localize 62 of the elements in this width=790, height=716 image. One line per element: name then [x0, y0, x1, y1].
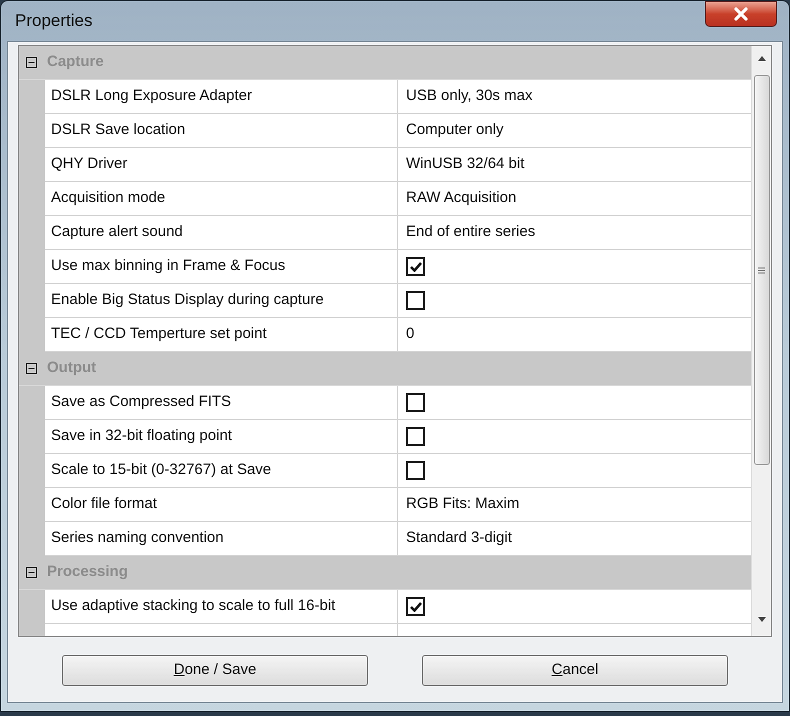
property-row[interactable]: Use max binning in Frame & Focus — [19, 250, 751, 284]
category-header: Capture — [47, 52, 104, 72]
property-name: DSLR Long Exposure Adapter — [51, 86, 252, 106]
property-name: Save in 32-bit floating point — [51, 426, 232, 446]
checkbox[interactable] — [406, 393, 425, 412]
property-row[interactable]: Save in 32-bit floating point — [19, 420, 751, 454]
property-name: Enable Big Status Display during capture — [51, 290, 324, 310]
row-gutter — [19, 386, 45, 420]
checkmark-icon — [410, 602, 422, 612]
property-name: Color file format — [51, 494, 157, 514]
collapse-icon[interactable] — [26, 57, 36, 68]
property-value[interactable]: RAW Acquisition — [406, 187, 516, 210]
property-name: Use adaptive stacking to scale to full 16-bit — [51, 596, 336, 616]
checkbox[interactable] — [406, 291, 425, 310]
dialog-button[interactable]: Cancel — [422, 655, 728, 686]
category-header: Output — [47, 358, 96, 378]
property-name: Scale to 15-bit (0-32767) at Save — [51, 460, 272, 480]
checkbox[interactable] — [406, 597, 425, 616]
property-row[interactable]: Save as Compressed FITS — [19, 386, 751, 420]
property-name: Save as Compressed FITS — [51, 392, 232, 412]
property-value[interactable]: End of entire series — [406, 221, 536, 244]
scroll-up-icon[interactable] — [758, 56, 766, 61]
close-icon — [733, 7, 749, 21]
property-value[interactable]: 0 — [406, 323, 414, 346]
property-row[interactable]: Enable Big Status Display during capture — [19, 284, 751, 318]
category-header: Processing — [47, 562, 128, 582]
property-row[interactable]: Series naming convention Standard 3-digit — [19, 522, 751, 556]
grip-icon — [758, 266, 765, 274]
scroll-down-icon[interactable] — [758, 617, 766, 622]
property-row[interactable]: Acquisition mode RAW Acquisition — [19, 182, 751, 216]
checkbox[interactable] — [406, 257, 425, 276]
property-row[interactable]: DSLR Long Exposure Adapter USB only, 30s max — [19, 80, 751, 114]
property-row[interactable]: Use adaptive stacking to scale to full 16-bit — [19, 590, 751, 624]
property-row[interactable]: TEC / CCD Temperture set point 0 — [19, 318, 751, 352]
property-value[interactable]: Standard 3-digit — [406, 527, 512, 550]
property-value[interactable]: WinUSB 32/64 bit — [406, 153, 524, 176]
property-name: Capture alert sound — [51, 222, 183, 242]
property-row[interactable]: Color file format RGB Fits: Maxim — [19, 488, 751, 522]
property-name: QHY Driver — [51, 154, 128, 174]
property-row[interactable]: DSLR Save location Computer only — [19, 114, 751, 148]
property-value[interactable]: Computer only — [406, 119, 504, 142]
property-row[interactable]: Scale to 15-bit (0-32767) at Save — [19, 454, 751, 488]
property-name: Acquisition mode — [51, 188, 166, 208]
vertical-scrollbar[interactable] — [751, 46, 771, 636]
property-name: Series naming convention — [51, 528, 224, 548]
property-name: Use max binning in Frame & Focus — [51, 256, 286, 276]
window-title: Properties — [15, 10, 92, 32]
property-row[interactable]: Capture alert sound End of entire series — [19, 216, 751, 250]
property-value[interactable]: RGB Fits: Maxim — [406, 493, 520, 516]
property-name: DSLR Save location — [51, 120, 186, 140]
collapse-icon[interactable] — [26, 363, 36, 374]
close-button[interactable] — [705, 1, 777, 27]
property-name: TEC / CCD Temperture set point — [51, 324, 267, 344]
row-gutter — [19, 80, 45, 114]
scrollbar-thumb[interactable] — [754, 75, 770, 465]
checkmark-icon — [410, 262, 422, 272]
collapse-icon[interactable] — [26, 567, 36, 578]
property-value[interactable]: USB only, 30s max — [406, 85, 532, 108]
checkbox[interactable] — [406, 461, 425, 480]
dialog-button[interactable]: Done / Save — [62, 655, 368, 686]
checkbox[interactable] — [406, 427, 425, 446]
property-row[interactable]: QHY Driver WinUSB 32/64 bit — [19, 148, 751, 182]
